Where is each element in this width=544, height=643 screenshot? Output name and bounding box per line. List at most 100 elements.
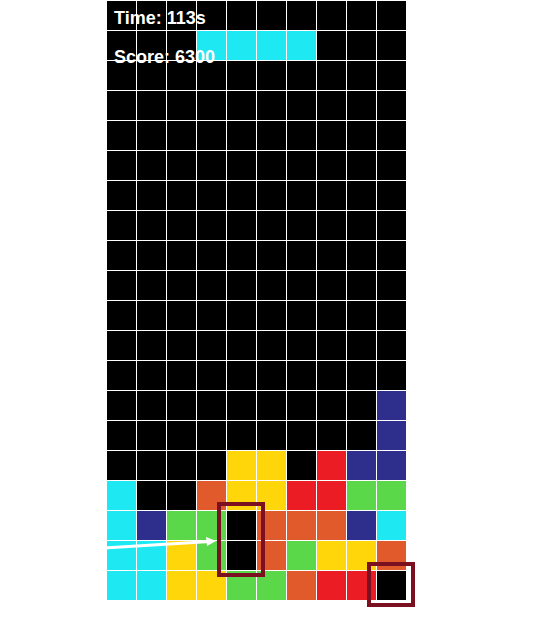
highlight-box [367,562,415,607]
empty-cell [377,211,406,240]
empty-cell [377,61,406,90]
empty-cell [377,361,406,390]
empty-cell [227,241,256,270]
empty-cell [287,91,316,120]
empty-cell [107,451,136,480]
empty-cell [137,241,166,270]
empty-cell [317,421,346,450]
empty-cell [347,331,376,360]
block-cell [137,571,166,600]
empty-cell [197,391,226,420]
block-cell [347,481,376,510]
empty-cell [137,181,166,210]
empty-cell [167,151,196,180]
empty-cell [287,121,316,150]
block-cell [137,511,166,540]
empty-cell [227,1,256,30]
block-cell [377,421,406,450]
empty-cell [347,271,376,300]
block-cell [317,511,346,540]
block-cell [257,451,286,480]
empty-cell [137,451,166,480]
empty-cell [197,181,226,210]
empty-cell [347,241,376,270]
block-cell [317,481,346,510]
block-cell [287,31,316,60]
empty-cell [347,211,376,240]
block-cell [347,571,376,600]
highlight-box [217,502,265,577]
empty-cell [227,421,256,450]
empty-cell [317,361,346,390]
arrow-icon [106,0,406,600]
block-cell [197,511,226,540]
block-cell [107,481,136,510]
empty-cell [107,421,136,450]
block-cell [167,571,196,600]
block-cell [287,481,316,510]
block-cell [347,451,376,480]
empty-cell [347,31,376,60]
empty-cell [107,181,136,210]
empty-cell [287,1,316,30]
block-cell [317,451,346,480]
block-cell [287,541,316,570]
block-cell [227,451,256,480]
empty-cell [317,121,346,150]
empty-cell [257,211,286,240]
empty-cell [227,61,256,90]
empty-cell [347,301,376,330]
empty-cell [167,271,196,300]
empty-cell [317,91,346,120]
empty-cell [317,391,346,420]
block-cell [257,31,286,60]
empty-cell [107,91,136,120]
block-cell [107,571,136,600]
empty-cell [377,331,406,360]
block-cell [107,511,136,540]
empty-cell [287,271,316,300]
empty-cell [227,271,256,300]
empty-cell [257,271,286,300]
empty-cell [167,391,196,420]
empty-cell [227,211,256,240]
empty-cell [197,331,226,360]
empty-cell [137,331,166,360]
block-cell [197,541,226,570]
empty-cell [377,1,406,30]
block-cell [377,511,406,540]
empty-cell [167,301,196,330]
empty-cell [317,211,346,240]
time-label: Time: 113s [114,6,206,30]
block-cell [287,511,316,540]
empty-cell [197,121,226,150]
empty-cell [167,121,196,150]
empty-cell [317,181,346,210]
empty-cell [197,301,226,330]
score-label: Score: 6300 [114,45,215,69]
empty-cell [317,301,346,330]
empty-cell [257,91,286,120]
empty-cell [347,61,376,90]
empty-cell [257,151,286,180]
empty-cell [317,1,346,30]
empty-cell [167,361,196,390]
block-cell [167,511,196,540]
empty-cell [137,151,166,180]
empty-cell [347,181,376,210]
empty-cell [347,361,376,390]
empty-cell [107,241,136,270]
block-cell [377,481,406,510]
empty-cell [257,301,286,330]
empty-cell [257,181,286,210]
empty-cell [137,211,166,240]
empty-cell [137,121,166,150]
empty-cell [227,181,256,210]
empty-cell [107,301,136,330]
empty-cell [257,331,286,360]
empty-cell [227,391,256,420]
empty-cell [197,211,226,240]
empty-cell [377,241,406,270]
empty-cell [167,211,196,240]
board-grid [106,0,406,600]
